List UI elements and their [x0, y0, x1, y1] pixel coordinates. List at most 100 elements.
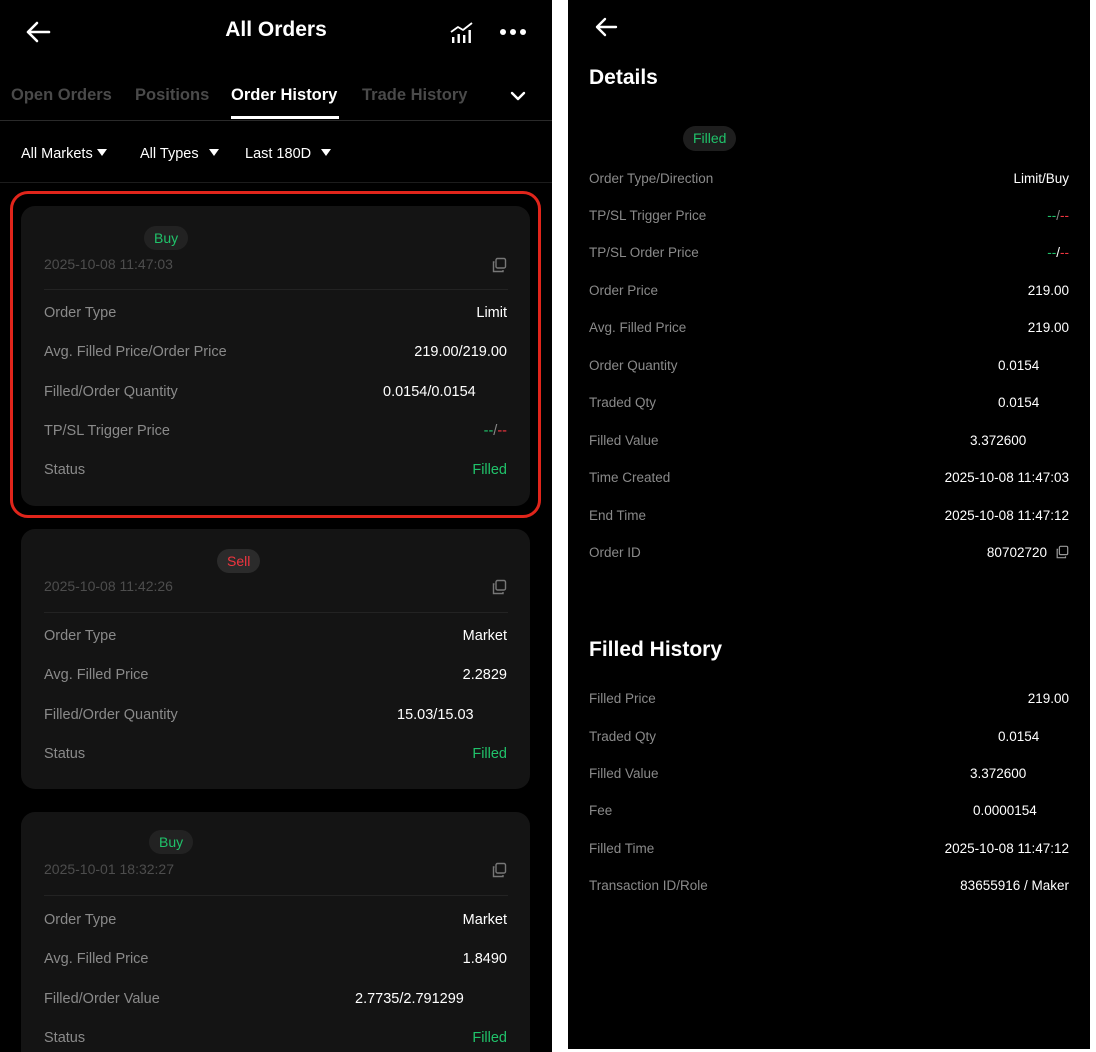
quantity-value: 0.0154/0.0154	[383, 384, 476, 400]
active-tab-indicator	[231, 116, 339, 119]
filter-markets-label: All Markets	[21, 146, 93, 162]
order-id-value[interactable]: 80702720	[987, 545, 1069, 560]
filter-period[interactable]: Last 180D	[245, 146, 332, 162]
trend-chart-icon[interactable]	[449, 20, 475, 46]
order-type-label: Order Type	[44, 912, 117, 928]
detail-value: --/--	[1047, 245, 1069, 260]
tab-positions[interactable]: Positions	[135, 86, 209, 105]
tab-open-orders[interactable]: Open Orders	[11, 86, 112, 105]
back-arrow-icon[interactable]	[593, 14, 619, 40]
status-badge: Filled	[683, 126, 737, 151]
history-label: Fee	[589, 803, 613, 818]
detail-label: Order Quantity	[589, 358, 678, 373]
history-value: 219.00	[1027, 691, 1069, 706]
quantity-value: 15.03/15.03	[397, 707, 474, 723]
order-card[interactable]: Buy 2025-10-08 11:47:03 Order Type Limit…	[21, 206, 530, 506]
price-value: 219.00/219.00	[414, 344, 507, 360]
more-dots-icon[interactable]	[498, 28, 528, 38]
side-badge: Buy	[144, 226, 189, 250]
order-type-label: Order Type	[44, 305, 117, 321]
detail-label: Traded Qty	[589, 395, 657, 410]
order-type-label: Order Type	[44, 628, 117, 644]
order-details-screen: Details Filled Order Type/Direction Limi…	[568, 0, 1090, 1049]
status-value: Filled	[472, 1030, 507, 1046]
copy-icon[interactable]	[491, 862, 507, 878]
detail-value: 219.00	[1027, 283, 1069, 298]
chevron-down-icon[interactable]	[509, 89, 527, 103]
history-value: 2025-10-08 11:47:12	[944, 841, 1069, 856]
side-badge: Sell	[217, 549, 261, 573]
history-label: Filled Time	[589, 841, 655, 856]
tp-value: --	[483, 423, 494, 439]
sl-value: --	[497, 423, 507, 439]
details-title: Details	[589, 66, 658, 89]
order-card[interactable]: Sell 2025-10-08 11:42:26 Order Type Mark…	[21, 529, 530, 789]
filter-types-label: All Types	[140, 146, 199, 162]
all-orders-screen: All Orders Open Orders Positions Order H…	[0, 0, 552, 1052]
tpsl-value: --/--	[484, 423, 507, 439]
order-time: 2025-10-08 11:42:26	[44, 578, 173, 594]
order-card[interactable]: Buy 2025-10-01 18:32:27 Order Type Marke…	[21, 812, 530, 1052]
status-label: Status	[44, 462, 86, 478]
history-label: Filled Value	[589, 766, 659, 781]
price-label: Avg. Filled Price	[44, 951, 149, 967]
price-label: Avg. Filled Price/Order Price	[44, 344, 227, 360]
detail-value: 0.0154	[998, 395, 1040, 410]
detail-value: --/--	[1047, 208, 1069, 223]
side-badge: Buy	[149, 830, 194, 854]
history-value: 0.0154	[998, 729, 1040, 744]
detail-label: Filled Value	[589, 433, 659, 448]
status-label: Status	[44, 746, 86, 762]
detail-value: Limit/Buy	[1013, 171, 1069, 186]
value-value: 2.7735/2.791299	[355, 991, 464, 1007]
quantity-label: Filled/Order Quantity	[44, 384, 178, 400]
order-time: 2025-10-01 18:32:27	[44, 861, 174, 877]
filter-types[interactable]: All Types	[140, 146, 219, 162]
detail-label: End Time	[589, 508, 647, 523]
caret-down-icon	[96, 149, 107, 156]
value-label: Filled/Order Value	[44, 991, 160, 1007]
tab-order-history[interactable]: Order History	[231, 86, 337, 105]
detail-label: Order Price	[589, 283, 659, 298]
order-type-value: Limit	[476, 305, 507, 321]
detail-value: 2025-10-08 11:47:12	[944, 508, 1069, 523]
history-label: Traded Qty	[589, 729, 657, 744]
filter-bar: All Markets All Types Last 180D	[0, 146, 552, 166]
copy-icon[interactable]	[491, 579, 507, 595]
tabs-divider	[0, 120, 552, 121]
order-time: 2025-10-08 11:47:03	[44, 256, 173, 272]
sl-value: --	[1060, 245, 1069, 260]
copy-icon[interactable]	[1055, 545, 1069, 559]
filter-markets[interactable]: All Markets	[21, 146, 107, 162]
detail-value: 3.372600	[970, 433, 1027, 448]
filter-period-label: Last 180D	[245, 146, 312, 162]
sl-value: --	[1060, 208, 1069, 223]
price-value: 2.2829	[462, 667, 507, 683]
status-value: Filled	[472, 462, 507, 478]
status-label: Status	[44, 1030, 86, 1046]
tp-value: --	[1047, 208, 1057, 223]
caret-down-icon	[208, 149, 219, 156]
order-type-value: Market	[462, 628, 507, 644]
history-label: Transaction ID/Role	[589, 878, 708, 893]
copy-icon[interactable]	[491, 257, 507, 273]
detail-label: Avg. Filled Price	[589, 320, 687, 335]
detail-label: TP/SL Order Price	[589, 245, 699, 260]
history-label: Filled Price	[589, 691, 656, 706]
detail-value: 219.00	[1027, 320, 1069, 335]
card-divider	[44, 612, 508, 613]
price-label: Avg. Filled Price	[44, 667, 149, 683]
order-type-value: Market	[462, 912, 507, 928]
history-value: 83655916 / Maker	[960, 878, 1069, 893]
order-id-text: 80702720	[986, 545, 1047, 560]
quantity-label: Filled/Order Quantity	[44, 707, 178, 723]
filled-history-title: Filled History	[589, 638, 723, 661]
status-value: Filled	[472, 746, 507, 762]
tab-trade-history[interactable]: Trade History	[362, 86, 467, 105]
card-divider	[44, 289, 508, 290]
history-value: 3.372600	[970, 766, 1027, 781]
detail-label: Time Created	[589, 470, 671, 485]
detail-value: 2025-10-08 11:47:03	[944, 470, 1069, 485]
order-tabs: Open Orders Positions Order History Trad…	[0, 86, 552, 120]
price-value: 1.8490	[462, 951, 507, 967]
